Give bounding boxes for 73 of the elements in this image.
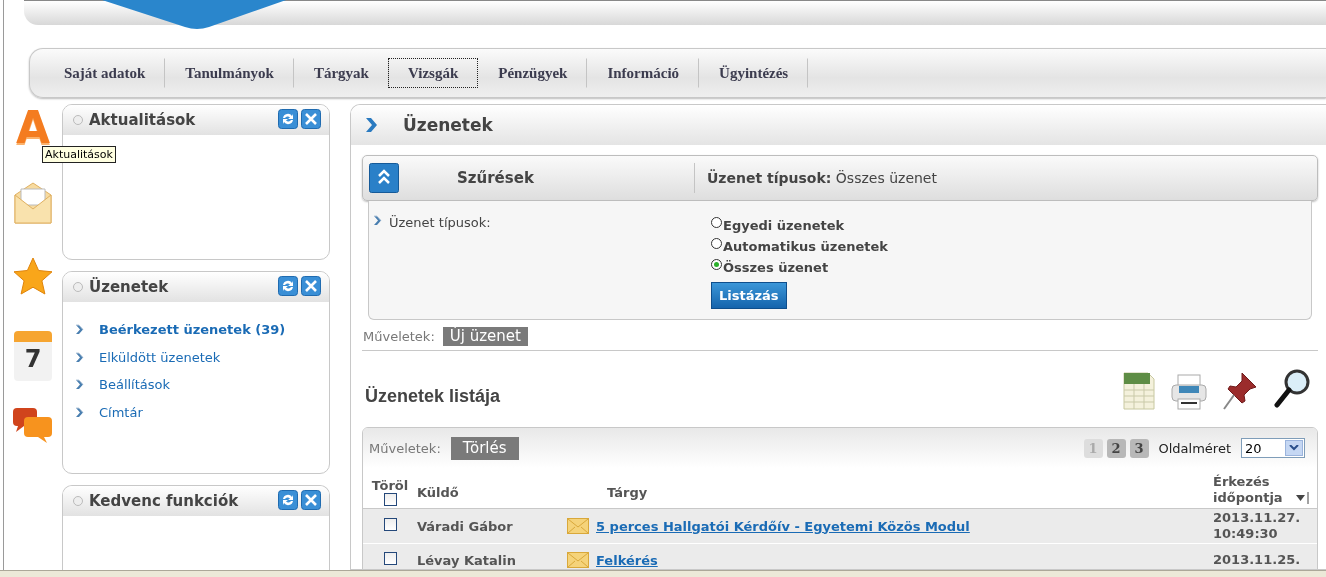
filter-title: Szűrések [399, 163, 695, 193]
checkbox[interactable] [383, 493, 397, 506]
refresh-icon[interactable] [278, 276, 298, 296]
checkbox[interactable] [383, 518, 397, 531]
column-header: Tárgy [607, 485, 648, 500]
star-icon[interactable] [12, 256, 54, 298]
widget-title: Kedvenc funkciók [89, 492, 240, 510]
radio-label: Egyedi üzenetek [723, 218, 845, 233]
status-dot-icon [73, 115, 83, 125]
envelope-icon [567, 552, 589, 568]
printer-icon[interactable] [1170, 373, 1208, 411]
search-icon[interactable] [1274, 367, 1312, 411]
chevron-icon [365, 117, 377, 133]
radio-button[interactable] [711, 238, 722, 249]
column-header[interactable]: Érkezés időpontja [1213, 474, 1295, 506]
radio-label: Összes üzenet [723, 260, 829, 275]
subject-link[interactable]: Felkérés [596, 552, 658, 568]
chat-bubbles-icon[interactable] [12, 406, 54, 446]
sender-cell: Lévay Katalin [417, 552, 516, 568]
close-icon[interactable] [301, 276, 321, 296]
calendar-icon[interactable]: 7 [14, 331, 52, 381]
sort-down-icon[interactable] [1295, 492, 1309, 504]
radio-button[interactable] [711, 259, 722, 270]
bullet-icon [373, 215, 384, 226]
sender-cell: Váradi Gábor [417, 518, 513, 534]
arrival-cell-text: 2013.11.27. 10:49:30 [1213, 509, 1302, 543]
status-dot-icon [73, 282, 83, 292]
nav-tab[interactable]: Pénzügyek [478, 58, 588, 88]
collapse-icon[interactable] [369, 163, 399, 193]
bullet-icon [75, 324, 86, 336]
nav-tab[interactable]: Vizsgák [387, 58, 479, 88]
widget-link[interactable]: Beállítások [99, 377, 171, 393]
nav-tab[interactable]: Információ [587, 58, 700, 88]
widget-link[interactable]: Beérkezett üzenetek (39) [99, 322, 286, 338]
list-button[interactable]: Listázás [711, 282, 787, 309]
actions-label: Műveletek: [369, 440, 441, 456]
filter-summary: Üzenet típusok: Összes üzenet [706, 170, 937, 186]
bullet-icon [75, 379, 86, 391]
nav-tab[interactable]: Tárgyak [293, 58, 389, 88]
bullet-icon [75, 351, 86, 363]
close-icon[interactable] [301, 109, 321, 129]
radio-button[interactable] [711, 217, 722, 228]
nav-tab[interactable]: Tanulmányok [165, 58, 294, 88]
spreadsheet-icon[interactable] [1122, 371, 1156, 411]
new-message-button[interactable]: Új üzenet [442, 327, 528, 346]
page-size-select[interactable]: 20 [1241, 438, 1305, 458]
close-icon[interactable] [301, 490, 321, 510]
widget-link[interactable]: Elküldött üzenetek [99, 349, 221, 365]
field-label: Üzenet típusok: [389, 215, 491, 230]
section-title: Üzenetek listája [365, 386, 501, 408]
page-button[interactable]: 2 [1106, 438, 1126, 458]
page-size-label: Oldalméret [1158, 440, 1231, 456]
delete-button[interactable]: Törlés [450, 436, 519, 460]
refresh-icon[interactable] [278, 490, 298, 510]
widget-link[interactable]: Címtár [99, 404, 143, 420]
page-size-value: 20 [1245, 440, 1262, 456]
nav-tab[interactable]: Saját adatok [44, 58, 166, 88]
widget-title: Üzenetek [89, 278, 170, 296]
column-header: Töröl [371, 478, 409, 493]
page-button[interactable]: 3 [1129, 438, 1149, 458]
envelope-icon [567, 518, 589, 534]
column-header: Küldő [417, 485, 459, 500]
bullet-icon [75, 406, 86, 418]
tooltip: Aktualitások [42, 146, 116, 163]
panel-title: Üzenetek [403, 115, 493, 135]
status-dot-icon [73, 496, 83, 506]
refresh-icon[interactable] [278, 109, 298, 129]
arrival-cell-text: 2013.11.25. [1213, 551, 1302, 569]
widget-title: Aktualitások [89, 111, 197, 129]
actions-label: Műveletek: [363, 329, 435, 344]
nav-tab[interactable]: Ügyintézés [699, 58, 809, 88]
radio-label: Automatikus üzenetek [723, 239, 888, 254]
checkbox[interactable] [383, 552, 397, 565]
